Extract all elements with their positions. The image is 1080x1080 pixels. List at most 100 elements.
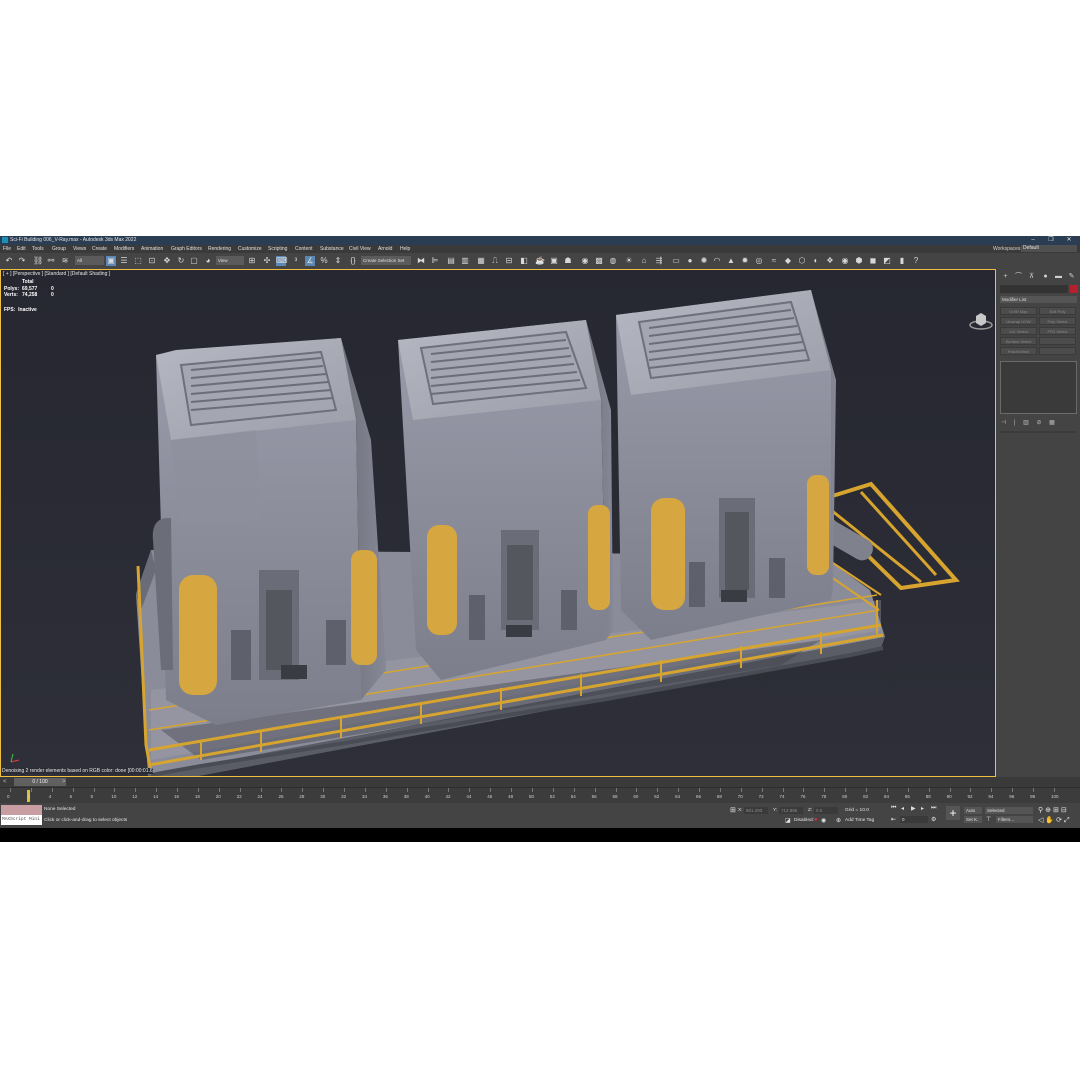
utilities-tab-icon[interactable]: ✎ xyxy=(1067,272,1076,281)
select-and-scale-icon[interactable]: ▢ xyxy=(189,256,199,266)
close-button[interactable]: ✕ xyxy=(1060,236,1078,245)
viewcube-home-icon[interactable] xyxy=(969,312,993,332)
vray-scene-icon[interactable]: ⬡ xyxy=(797,256,807,266)
maxscript-listener[interactable]: MAXScript Mini xyxy=(1,805,42,825)
modifier-button-empty-2[interactable] xyxy=(1039,347,1076,355)
window-crossing-icon[interactable]: ⊡ xyxy=(147,256,157,266)
selection-filter-dropdown[interactable]: All xyxy=(75,256,104,265)
go-to-end-icon[interactable]: ⏭ xyxy=(931,805,936,812)
select-manipulate-icon[interactable]: ✣ xyxy=(262,256,272,266)
vray-sky-icon[interactable]: ◠ xyxy=(712,256,722,266)
select-and-move-icon[interactable]: ✥ xyxy=(162,256,172,266)
modifier-button-poly-select[interactable]: Poly Select xyxy=(1039,317,1076,325)
vray-mtl-icon[interactable]: ⬢ xyxy=(854,256,864,266)
select-and-rotate-icon[interactable]: ↻ xyxy=(176,256,186,266)
vray-bake-icon[interactable]: ◩ xyxy=(882,256,892,266)
vray-proxy-icon[interactable]: ◆ xyxy=(783,256,793,266)
create-tab-icon[interactable]: + xyxy=(1001,272,1010,281)
time-slider-next-icon[interactable]: > xyxy=(62,778,70,786)
viewport-label-menu[interactable]: [ + ] [Perspective ] [Standard ] [Defaul… xyxy=(3,271,110,277)
menu-substance[interactable]: Substance xyxy=(320,246,344,252)
add-time-tag[interactable]: Add Time Tag xyxy=(845,818,874,823)
vray-plane-icon[interactable]: ◎ xyxy=(754,256,764,266)
display-tab-icon[interactable]: ▬ xyxy=(1054,272,1063,281)
modifier-button-patch-select[interactable]: PatchSelect xyxy=(1000,347,1037,355)
modifier-button-unwrap-uvw[interactable]: Unwrap UVW xyxy=(1000,317,1037,325)
workspaces-dropdown[interactable]: Default xyxy=(1021,245,1077,252)
edit-named-selection-icon[interactable]: {} xyxy=(348,256,358,266)
object-name-field[interactable] xyxy=(1000,285,1068,293)
y-coordinate-field[interactable]: 712.895 xyxy=(779,807,803,814)
time-tag-icon[interactable]: ⊕ xyxy=(836,817,841,824)
modify-tab-icon[interactable]: ⌒ xyxy=(1014,272,1023,281)
select-by-name-icon[interactable]: ☰ xyxy=(119,256,129,266)
vray-frame-buffer-icon[interactable]: ▩ xyxy=(594,256,604,266)
rectangular-selection-icon[interactable]: ⬚ xyxy=(133,256,143,266)
vray-fur-icon[interactable]: ≈ xyxy=(769,256,779,266)
vray-sphere-light-icon[interactable]: ● xyxy=(685,256,695,266)
menu-rendering[interactable]: Rendering xyxy=(208,246,231,252)
modifier-button-ffd-select[interactable]: FFD Select xyxy=(1039,327,1076,335)
vray-color-icon[interactable]: ◼ xyxy=(868,256,878,266)
key-filters-icon[interactable]: ⊤ xyxy=(986,816,991,823)
modifier-button-surface-select[interactable]: Surface Select xyxy=(1000,337,1037,345)
vray-enmesh-icon[interactable]: ❖ xyxy=(825,256,835,266)
toggle-layer-explorer-icon[interactable]: ▥ xyxy=(460,256,470,266)
track-bar[interactable]: 0 2 4 6 8 10 12 14 16 18 20 22 24 26 28 30 32 34 36 38 40 42 4… xyxy=(0,787,1080,804)
menu-customize[interactable]: Customize xyxy=(238,246,262,252)
motion-tab-icon[interactable]: ● xyxy=(1041,272,1050,281)
rendered-frame-window-icon[interactable]: ▣ xyxy=(549,256,559,266)
stack-tools-icons[interactable]: ⊣ | ▥ ⊘ ▦ xyxy=(1001,419,1058,426)
menu-group[interactable]: Group xyxy=(52,246,66,252)
current-frame-field[interactable]: 0 xyxy=(900,816,928,823)
schematic-view-icon[interactable]: ⊟ xyxy=(504,256,514,266)
maxscript-input[interactable]: MAXScript Mini xyxy=(1,815,42,825)
modifier-button-uvw-map[interactable]: UVW Map xyxy=(1000,307,1037,315)
perspective-viewport[interactable]: [ + ] [Perspective ] [Standard ] [Defaul… xyxy=(0,269,996,777)
modifier-list-dropdown[interactable]: Modifier List xyxy=(1000,296,1077,303)
curve-editor-icon[interactable]: ⎍ xyxy=(490,256,500,266)
toggle-ribbon-icon[interactable]: ▦ xyxy=(476,256,486,266)
set-key-plus-icon[interactable]: + xyxy=(946,806,960,820)
menu-views[interactable]: Views xyxy=(73,246,86,252)
pivot-center-icon[interactable]: ⊞ xyxy=(247,256,257,266)
menu-graph-editors[interactable]: Graph Editors xyxy=(171,246,202,252)
next-frame-icon[interactable]: ▸ xyxy=(921,805,924,812)
vray-mesh-export-icon[interactable]: ⇶ xyxy=(654,256,664,266)
percent-snap-icon[interactable]: % xyxy=(319,256,329,266)
time-configuration-icon[interactable]: ⚙ xyxy=(931,816,936,823)
minimize-button[interactable]: – xyxy=(1024,236,1042,245)
vray-env-fog-icon[interactable]: ◉ xyxy=(840,256,850,266)
menu-arnold[interactable]: Arnold xyxy=(378,246,392,252)
bind-space-warp-icon[interactable]: ≋ xyxy=(60,256,70,266)
reference-coordinate-dropdown[interactable]: View xyxy=(216,256,244,265)
set-key-button[interactable]: Set K. xyxy=(964,816,982,823)
viewport-nav-zoom-icons[interactable]: ⚲⊕⊞⊟ xyxy=(1038,806,1069,814)
menu-edit[interactable]: Edit xyxy=(17,246,26,252)
vray-interactive-icon[interactable]: ◍ xyxy=(608,256,618,266)
unlink-icon[interactable]: ⚯ xyxy=(46,256,56,266)
link-icon[interactable]: ⛓ xyxy=(33,256,43,266)
menu-content[interactable]: Content xyxy=(295,246,313,252)
vray-decal-icon[interactable]: ◐ xyxy=(811,256,821,266)
named-selection-set-dropdown[interactable]: Create Selection Set xyxy=(361,256,411,265)
spinner-snap-icon[interactable]: ⇕ xyxy=(333,256,343,266)
toggle-scene-explorer-icon[interactable]: ▤ xyxy=(446,256,456,266)
vray-dome-light-icon[interactable]: ⌂ xyxy=(639,256,649,266)
play-icon[interactable]: ▶ xyxy=(911,805,916,812)
auto-key-button[interactable]: Auto xyxy=(964,807,982,814)
angle-snap-icon[interactable]: ∡ xyxy=(305,256,315,266)
vray-ambient-icon[interactable]: ▲ xyxy=(726,256,736,266)
hierarchy-tab-icon[interactable]: ⊼ xyxy=(1027,272,1036,281)
x-coordinate-field[interactable]: 801.293 xyxy=(744,807,768,814)
time-slider-prev-icon[interactable]: < xyxy=(3,778,11,786)
vray-settings-icon[interactable]: ▮ xyxy=(897,256,907,266)
menu-civil-view[interactable]: Civil View xyxy=(349,246,371,252)
time-config-icon[interactable]: ◉ xyxy=(821,817,826,824)
vray-sunlight-icon[interactable]: ✹ xyxy=(740,256,750,266)
isolate-selection-icon[interactable]: ⊞ xyxy=(730,806,736,814)
select-and-place-icon[interactable]: ◕ xyxy=(203,256,213,266)
render-setup-icon[interactable]: ☕ xyxy=(535,256,545,266)
z-coordinate-field[interactable]: 0.0 xyxy=(814,807,838,814)
align-icon[interactable]: ⊫ xyxy=(430,256,440,266)
